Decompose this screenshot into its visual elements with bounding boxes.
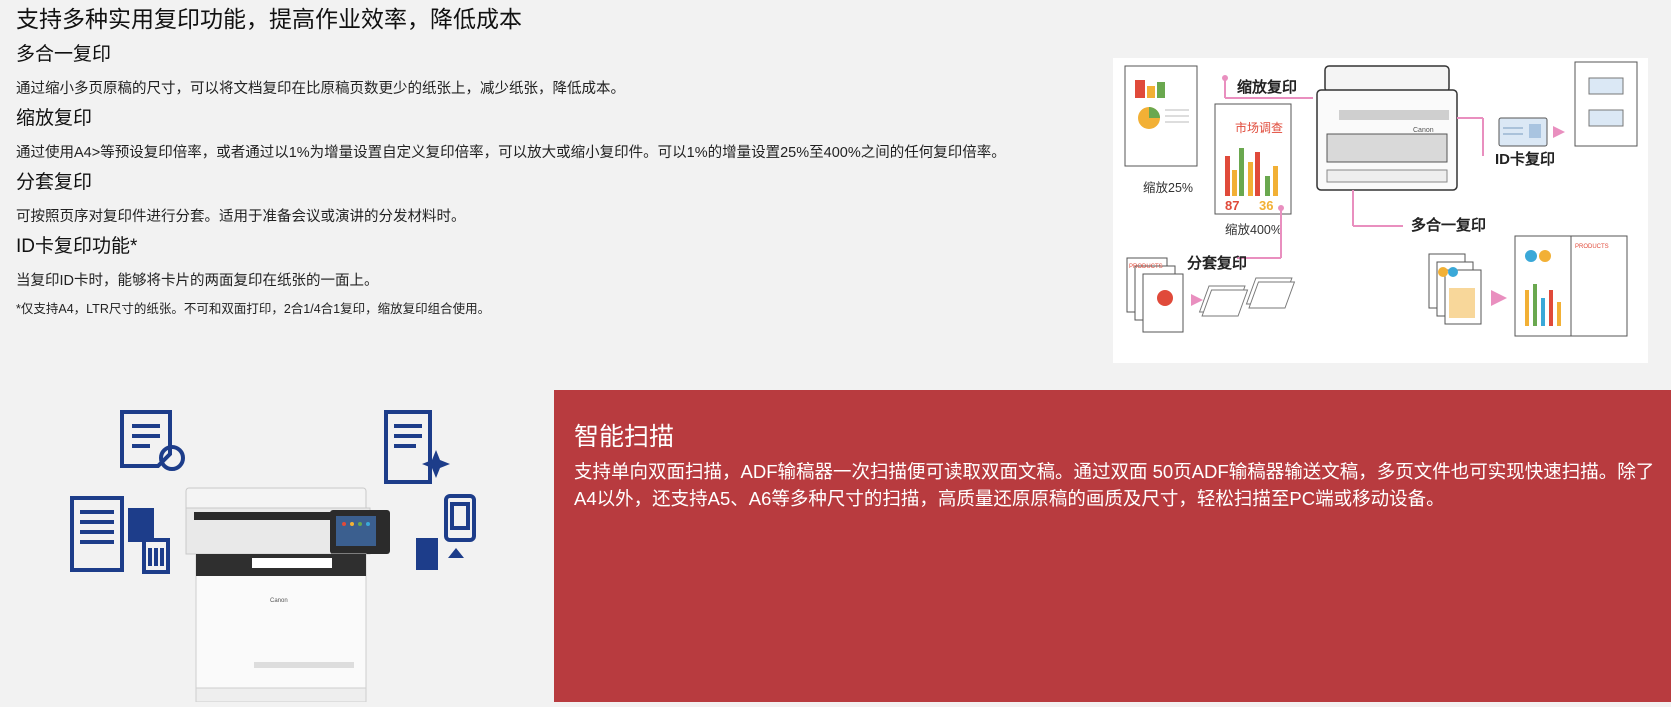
label-zoom400: 缩放400% bbox=[1225, 222, 1282, 237]
scanner-illustration-panel: Canon bbox=[0, 390, 554, 703]
printer-brand: Canon bbox=[270, 598, 288, 604]
feature-heading-zoom: 缩放复印 bbox=[16, 108, 93, 129]
label-products-collate: PRODUCTS bbox=[1129, 264, 1163, 270]
copy-features-diagram: 缩放25% 市场调查 87 36 缩放400% 缩放复印 Canon ID卡复印… bbox=[1113, 58, 1648, 363]
feature-desc-collate: 可按照页序对复印件进行分套。适用于准备会议或演讲的分发材料时。 bbox=[16, 209, 466, 225]
document-sparkle-icon bbox=[384, 410, 450, 484]
label-zoom25: 缩放25% bbox=[1143, 180, 1193, 195]
scanner-illustration: Canon bbox=[70, 410, 476, 703]
feature-desc-idcard: 当复印ID卡时，能够将卡片的两面复印在纸张的一面上。 bbox=[16, 273, 379, 289]
printer-illustration: Canon bbox=[1316, 65, 1458, 191]
footnote: *仅支持A4，LTR尺寸的纸张。不可和双面打印，2合1/4合1复印，缩放复印组合… bbox=[16, 302, 491, 316]
label-market-survey: 市场调查 bbox=[1235, 120, 1283, 135]
zoom25-page-illustration bbox=[1124, 65, 1198, 167]
label-nup-copy: 多合一复印 bbox=[1411, 216, 1486, 234]
feature-heading-nup: 多合一复印 bbox=[16, 44, 112, 65]
scan-title: 智能扫描 bbox=[574, 423, 675, 451]
copy-text-column: 支持多种实用复印功能，提高作业效率，降低成本 多合一复印 通过缩小多页原稿的尺寸… bbox=[16, 6, 1096, 331]
copy-section: 支持多种实用复印功能，提高作业效率，降低成本 多合一复印 通过缩小多页原稿的尺寸… bbox=[0, 0, 1671, 390]
feature-desc-zoom: 通过使用A4>等预设复印倍率，或者通过以1%为增量设置自定义复印倍率，可以放大或… bbox=[16, 145, 1006, 161]
scan-description: 支持单向双面扫描，ADF输稿器一次扫描便可读取双面文稿。通过双面 50页ADF输… bbox=[574, 461, 1655, 509]
feature-heading-collate: 分套复印 bbox=[16, 172, 93, 193]
id-card-illustration bbox=[1498, 61, 1638, 147]
nup-output-illustration: PRODUCTS bbox=[1428, 235, 1628, 337]
feature-desc-nup: 通过缩小多页原稿的尺寸，可以将文档复印在比原稿页数更少的纸张上，减少纸张，降低成… bbox=[16, 81, 625, 97]
diagram-illustration: 缩放25% 市场调查 87 36 缩放400% 缩放复印 Canon ID卡复印… bbox=[1124, 61, 1638, 337]
diagram-printer-brand: Canon bbox=[1413, 127, 1434, 134]
mobile-device-icon bbox=[416, 494, 476, 570]
smart-scan-section: 智能扫描 支持单向双面扫描，ADF输稿器一次扫描便可读取双面文稿。通过双面 50… bbox=[554, 390, 1671, 702]
label-collate-copy: 分套复印 bbox=[1187, 254, 1247, 272]
scanner-printer-image: Canon bbox=[185, 487, 390, 703]
feature-heading-idcard: ID卡复印功能* bbox=[16, 236, 138, 257]
section-title: 支持多种实用复印功能，提高作业效率，降低成本 bbox=[16, 6, 522, 32]
document-copy-icon bbox=[120, 410, 185, 471]
label-id-copy: ID卡复印 bbox=[1495, 150, 1555, 168]
label-87: 87 bbox=[1225, 198, 1239, 213]
label-products-nup: PRODUCTS bbox=[1575, 244, 1609, 250]
label-36: 36 bbox=[1259, 198, 1273, 213]
zoom400-page-illustration: 市场调查 87 36 bbox=[1214, 103, 1292, 215]
document-sizes-icon bbox=[70, 496, 170, 574]
label-zoom-copy: 缩放复印 bbox=[1237, 78, 1297, 96]
